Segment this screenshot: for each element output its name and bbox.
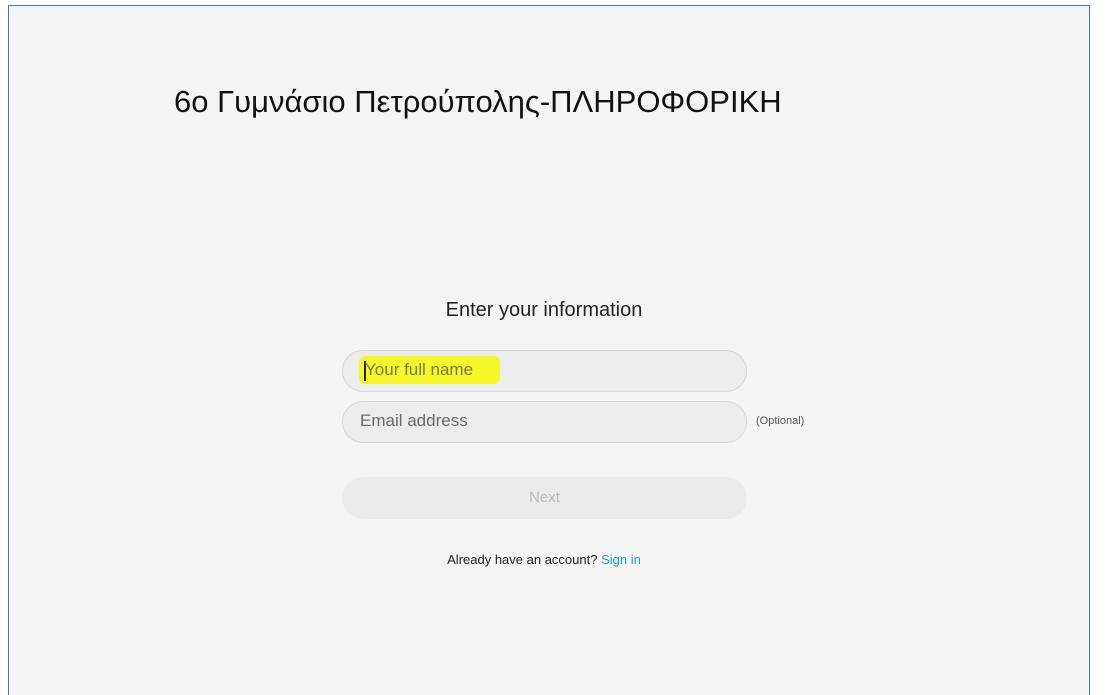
form-heading: Enter your information [445, 299, 643, 321]
signin-prompt: Already have an account? Sign in [9, 552, 1079, 567]
sign-in-link[interactable]: Sign in [601, 552, 641, 567]
account-prompt-text: Already have an account? [447, 552, 598, 567]
full-name-input[interactable]: Your full name [342, 350, 747, 392]
email-placeholder: Email address [360, 411, 468, 430]
next-button[interactable]: Next [342, 477, 747, 519]
full-name-placeholder: Your full name [365, 360, 474, 379]
page-frame: 6ο Γυμνάσιο Πετρούπολης-ΠΛΗΡΟΦΟΡΙΚΗ Ente… [8, 5, 1090, 695]
page-title: 6ο Γυμνάσιο Πετρούπολης-ΠΛΗΡΟΦΟΡΙΚΗ [174, 84, 782, 119]
email-optional-label: (Optional) [756, 415, 805, 427]
email-input[interactable]: Email address [342, 401, 747, 443]
